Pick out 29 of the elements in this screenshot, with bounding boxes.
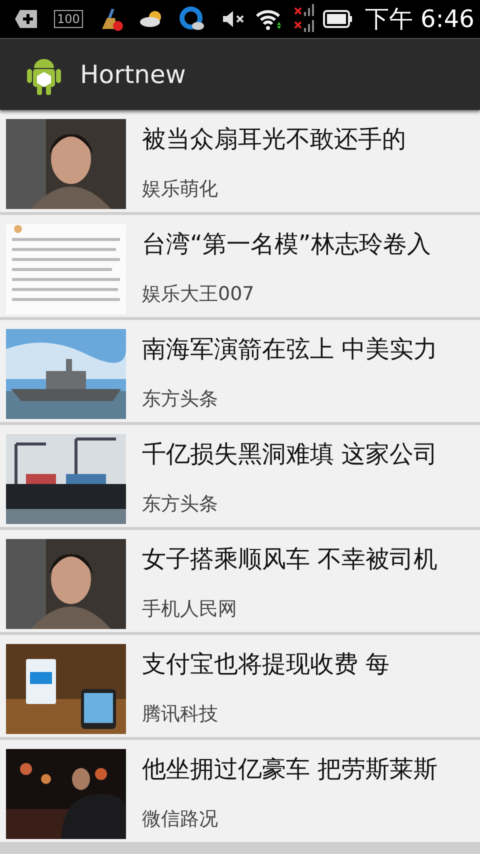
news-source: 腾讯科技 bbox=[142, 702, 219, 726]
news-title: 南海军演箭在弦上 中美实力 bbox=[142, 335, 438, 363]
news-source: 娱乐大王007 bbox=[142, 282, 256, 306]
list-item[interactable]: 支付宝也将提现收费 每 腾讯科技 bbox=[0, 635, 480, 740]
list-item[interactable]: 他坐拥过亿豪车 把劳斯莱斯 微信路况 bbox=[0, 740, 480, 845]
news-source: 手机人民网 bbox=[142, 597, 238, 621]
list-item[interactable]: 千亿损失黑洞难填 这家公司 东方头条 bbox=[0, 425, 480, 530]
news-source: 东方头条 bbox=[142, 492, 219, 516]
clock-time: 下午 6:46 bbox=[364, 7, 474, 31]
add-notification-icon bbox=[14, 9, 38, 29]
battery-icon bbox=[322, 9, 353, 29]
storage-badge: 100 bbox=[54, 10, 83, 28]
app-title: Hortnew bbox=[80, 58, 186, 91]
news-source: 东方头条 bbox=[142, 387, 219, 411]
cloud-icon bbox=[138, 10, 163, 28]
news-title: 被当众扇耳光不敢还手的 bbox=[142, 125, 406, 153]
list-item[interactable]: 台湾“第一名模”林志玲卷入 娱乐大王007 bbox=[0, 215, 480, 320]
list-item[interactable]: 女子搭乘顺风车 不幸被司机 手机人民网 bbox=[0, 530, 480, 635]
news-title: 女子搭乘顺风车 不幸被司机 bbox=[142, 545, 438, 573]
news-title: 支付宝也将提现收费 每 bbox=[142, 650, 390, 678]
news-title: 千亿损失黑洞难填 这家公司 bbox=[142, 440, 438, 468]
news-title: 他坐拥过亿豪车 把劳斯莱斯 bbox=[142, 755, 438, 783]
list-item[interactable]: 被当众扇耳光不敢还手的 娱乐萌化 bbox=[0, 110, 480, 215]
wifi-icon bbox=[254, 8, 283, 30]
news-source: 微信路况 bbox=[142, 807, 219, 831]
news-source: 娱乐萌化 bbox=[142, 177, 219, 201]
list-item[interactable]: 南海军演箭在弦上 中美实力 东方头条 bbox=[0, 320, 480, 425]
q-app-icon bbox=[178, 6, 205, 32]
news-title: 台湾“第一名模”林志玲卷入 bbox=[142, 230, 431, 258]
